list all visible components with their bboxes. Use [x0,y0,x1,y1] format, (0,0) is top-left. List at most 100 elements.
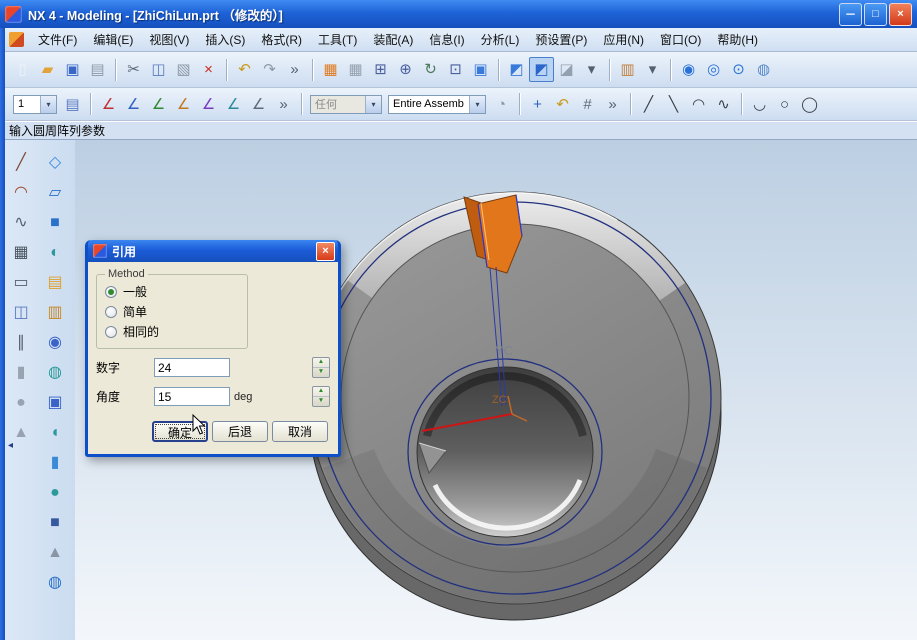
menu-edit[interactable]: 编辑(E) [85,28,141,51]
clip-section-icon[interactable]: ▥ ▾ [615,57,640,82]
radio-simple[interactable]: 简单 [105,303,239,320]
menu-window[interactable]: 窗口(O) [652,28,709,51]
wcs-dynamics-icon[interactable]: ∠ ▾ [96,92,121,117]
save-icon[interactable]: ▣ ▾ [60,57,85,82]
menu-preferences[interactable]: 预设置(P) [527,28,595,51]
wcs-orient-icon[interactable]: ∠ ▾ [171,92,196,117]
close-icon[interactable]: × [316,242,335,261]
layer-combo[interactable]: 1 ▾ [13,95,57,114]
menu-help[interactable]: 帮助(H) [709,28,766,51]
back-button[interactable]: 后退 [212,421,268,442]
spinner-buttons[interactable]: ▲ ▼ [312,357,330,378]
layer-settings-icon[interactable]: ▤ ▾ [60,92,85,117]
inferred-line-tool-icon[interactable]: ╲ ▾ [661,92,686,117]
chevron-down-icon[interactable]: ▾ [365,96,381,113]
grid-icon[interactable]: ▦ ▾ [343,57,368,82]
new-window-icon[interactable]: ▣ ▾ [468,57,493,82]
delete-icon[interactable]: × ▾ [196,57,221,82]
toolbar-overflow-icon[interactable]: » ▾ [600,92,625,117]
snap-settings-icon[interactable]: # ▾ [575,92,600,117]
fit-view-icon[interactable]: ⊡ ▾ [443,57,468,82]
rotate-view-icon[interactable]: ◎ ▾ [701,57,726,82]
pan-view-icon[interactable]: ◉ ▾ [676,57,701,82]
sketch-icon[interactable]: ▱ [42,180,68,206]
cylinder-primitive-icon[interactable]: ▮ [42,450,68,476]
field-input[interactable] [154,387,230,406]
extrude-icon[interactable]: ■ [42,210,68,236]
wcs-origin-icon[interactable]: ∠ ▾ [121,92,146,117]
wcs-display-icon[interactable]: ∠ ▾ [221,92,246,117]
hole-feature-icon[interactable]: ◉ [42,330,68,356]
spin-down-icon[interactable]: ▼ [313,368,329,377]
line-tool-icon[interactable]: ╱ ▾ [636,92,661,117]
window-titlebar[interactable]: NX 4 - Modeling - [ZhiChiLun.prt （修改的）] … [0,0,917,28]
sphere-primitive-icon[interactable]: ● [42,480,68,506]
spin-up-icon[interactable]: ▲ [313,387,329,397]
arc-curve-icon[interactable]: ◠ [8,180,34,206]
rectangle-curve-icon[interactable]: ▭ [8,270,34,296]
spline-tool-icon[interactable]: ∿ ▾ [711,92,736,117]
menu-analysis[interactable]: 分析(L) [473,28,528,51]
mirror-curve-icon[interactable]: ◫ [8,300,34,326]
wcs-set-icon[interactable]: ∠ ▾ [196,92,221,117]
maximize-button[interactable]: □ [864,3,887,26]
reset-orientation-icon[interactable]: ↶ ▾ [550,92,575,117]
zoom-view-icon[interactable]: ⊙ ▾ [726,57,751,82]
new-file-icon[interactable]: ▯ ▾ [10,57,35,82]
collapse-toolbar-icon[interactable]: ◂ [8,440,13,451]
wcs-save-icon[interactable]: ∠ ▾ [246,92,271,117]
undo-icon[interactable]: ↶ ▾ [232,57,257,82]
selection-scope-combo[interactable]: Entire Assemb ▾ [388,95,486,114]
chevron-down-icon[interactable]: ▾ [40,96,56,113]
clip-dropdown-icon[interactable]: ▾ ▾ [640,57,665,82]
toolbar-overflow-icon[interactable]: » ▾ [271,92,296,117]
profile-line-icon[interactable]: ╱ [8,150,34,176]
cylinder-tool-icon[interactable]: ▮ [8,360,34,386]
snap-point-icon[interactable]: ▦ ▾ [318,57,343,82]
spin-down-icon[interactable]: ▼ [313,397,329,406]
cone-primitive-icon[interactable]: ▲ [42,540,68,566]
close-button[interactable]: × [889,3,912,26]
circle-tool-icon[interactable]: ○ ▾ [772,92,797,117]
wireframe-view-icon[interactable]: ◪ ▾ [554,57,579,82]
radio-general[interactable]: 一般 [105,283,239,300]
zoom-in-icon[interactable]: ⊕ ▾ [393,57,418,82]
pattern-grid-icon[interactable]: ▦ [8,240,34,266]
circle-center-tool-icon[interactable]: ◯ ▾ [797,92,822,117]
toolbar-overflow-icon[interactable]: » ▾ [282,57,307,82]
menu-application[interactable]: 应用(N) [595,28,652,51]
pocket-feature-icon[interactable]: ▣ [42,390,68,416]
reference-book-icon[interactable]: ▥ [42,300,68,326]
unite-boolean-icon[interactable]: ◍ [42,570,68,596]
gear-model[interactable] [309,192,721,620]
refresh-view-icon[interactable]: ↻ ▾ [418,57,443,82]
menu-tools[interactable]: 工具(T) [310,28,365,51]
minimize-button[interactable]: － [839,3,862,26]
copy-icon[interactable]: ◫ ▾ [146,57,171,82]
spinner-buttons[interactable]: ▲ ▼ [312,386,330,407]
sphere-tool-icon[interactable]: ● [8,390,34,416]
point-constructor-icon[interactable]: + ▾ [525,92,550,117]
view-style-dropdown-icon[interactable]: ▾ ▾ [579,57,604,82]
wcs-rotate-icon[interactable]: ∠ ▾ [146,92,171,117]
spline-curve-icon[interactable]: ∿ [8,210,34,236]
selection-highlight-icon[interactable]: ◔ ▾ [489,92,514,117]
arc-center-tool-icon[interactable]: ◡ ▾ [747,92,772,117]
cancel-button[interactable]: 取消 [272,421,328,442]
shaded-edges-view-icon[interactable]: ◩ ▾ [529,57,554,82]
revolve-icon[interactable]: ◐ [42,240,68,266]
arc-tool-icon[interactable]: ◠ ▾ [686,92,711,117]
boss-feature-icon[interactable]: ◍ [42,360,68,386]
block-primitive-icon[interactable]: ■ [42,510,68,536]
chevron-down-icon[interactable]: ▾ [469,96,485,113]
radio-identical[interactable]: 相同的 [105,323,239,340]
magnifier-icon[interactable]: ◍ ▾ [751,57,776,82]
offset-curve-icon[interactable]: ∥ [8,330,34,356]
shaded-view-icon[interactable]: ◩ ▾ [504,57,529,82]
menu-information[interactable]: 信息(I) [421,28,472,51]
datum-plane-icon[interactable]: ◇ [42,150,68,176]
paste-icon[interactable]: ▧ ▾ [171,57,196,82]
catalog-book-icon[interactable]: ▤ [42,270,68,296]
ok-button[interactable]: 确定 [152,421,208,442]
selection-filter-combo[interactable]: 任何 ▾ [310,95,382,114]
